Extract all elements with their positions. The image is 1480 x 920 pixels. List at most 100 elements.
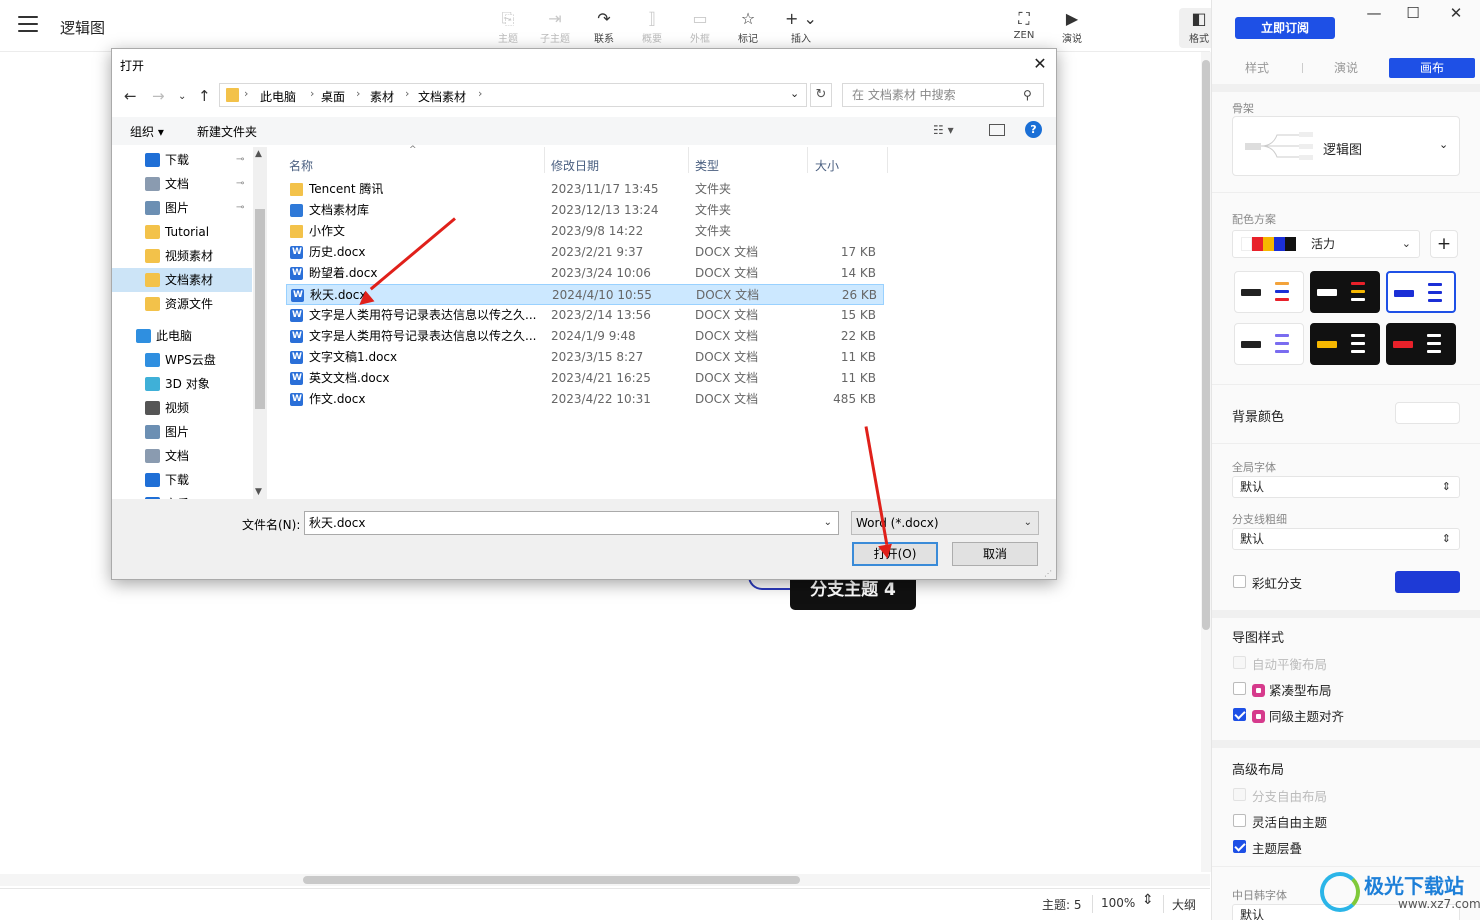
branch-width-select[interactable]: 默认 ⇕ xyxy=(1232,528,1460,550)
color-scheme-select[interactable]: 活力 ⌄ xyxy=(1232,230,1420,258)
file-row[interactable]: 文档素材库 2023/12/13 13:24 文件夹 xyxy=(286,200,884,221)
toolbar-button-fullscreen[interactable]: ⛶ ZEN xyxy=(1004,8,1044,41)
chevron-down-icon[interactable]: ⌄ xyxy=(824,512,832,534)
back-arrow-icon[interactable]: ← xyxy=(124,87,137,105)
breadcrumb-item[interactable]: 文档素材 xyxy=(418,88,466,105)
breadcrumb-item[interactable]: 此电脑 xyxy=(260,88,296,105)
toolbar-button-star[interactable]: ☆ 标记 xyxy=(728,8,768,45)
nav-item[interactable]: Tutorial xyxy=(112,220,252,244)
rainbow-color-picker[interactable] xyxy=(1395,571,1460,593)
word-document-icon xyxy=(290,389,303,410)
scroll-down-arrow-icon[interactable]: ▼ xyxy=(255,487,262,497)
nav-item[interactable]: WPS云盘 xyxy=(112,348,252,372)
file-row[interactable]: Tencent 腾讯 2023/11/17 13:45 文件夹 xyxy=(286,179,884,200)
nav-item[interactable]: 下载 xyxy=(112,468,252,492)
nav-item[interactable]: 音乐 xyxy=(112,492,252,499)
breadcrumb-item[interactable]: 素材 xyxy=(370,88,394,105)
maximize-icon[interactable]: ☐ xyxy=(1403,4,1423,22)
address-bar[interactable]: › 此电脑 › 桌面 › 素材 › 文档素材 › ⌄ xyxy=(219,83,807,107)
option-checkbox[interactable] xyxy=(1233,814,1246,827)
theme-thumbnail-selected[interactable] xyxy=(1386,271,1456,313)
theme-thumbnail[interactable] xyxy=(1310,323,1380,365)
file-row[interactable]: 小作文 2023/9/8 14:22 文件夹 xyxy=(286,221,884,242)
nav-item[interactable]: 视频 xyxy=(112,396,252,420)
refresh-icon[interactable]: ↻ xyxy=(810,83,832,107)
file-row[interactable]: 历史.docx2023/2/21 9:37DOCX 文档17 KB xyxy=(286,242,884,263)
option-checkbox[interactable] xyxy=(1233,840,1246,853)
organize-button[interactable]: 组织 ▾ xyxy=(130,123,164,140)
toolbar-button-present[interactable]: ▶ 演说 xyxy=(1052,8,1092,45)
canvas-horizontal-scroll-thumb[interactable] xyxy=(303,876,800,884)
file-row[interactable]: 作文.docx 2023/4/22 10:31 DOCX 文档 485 KB xyxy=(286,389,884,410)
file-row[interactable]: 文字是人类用符号记录表达信息以传之久... 2024/1/9 9:48 DOCX 文… xyxy=(286,326,884,347)
chevron-down-icon: ⌄ xyxy=(1439,138,1449,151)
toolbar-button-boundary[interactable]: ▭ 外框 xyxy=(680,8,720,45)
column-header-type[interactable]: 类型 xyxy=(695,157,719,174)
nav-item[interactable]: 资源文件 xyxy=(112,292,252,316)
open-button[interactable]: 打开(O) xyxy=(852,542,938,566)
nav-item[interactable]: 此电脑 xyxy=(112,324,252,348)
theme-thumbnail[interactable] xyxy=(1310,271,1380,313)
tab-canvas[interactable]: 画布 xyxy=(1389,58,1475,78)
toolbar-button-relation[interactable]: ↷ 联系 xyxy=(584,8,624,45)
theme-thumbnail[interactable] xyxy=(1386,323,1456,365)
filename-input[interactable]: 秋天.docx ⌄ xyxy=(304,511,839,535)
help-icon[interactable]: ? xyxy=(1025,121,1042,138)
preview-pane-icon[interactable] xyxy=(989,124,1005,136)
nav-item[interactable]: 文档 xyxy=(112,444,252,468)
skeleton-select[interactable]: 逻辑图 ⌄ xyxy=(1232,116,1460,176)
column-header-date[interactable]: 修改日期 xyxy=(551,157,599,174)
option-checkbox[interactable] xyxy=(1233,708,1246,721)
subscribe-button[interactable]: 立即订阅 xyxy=(1235,17,1335,39)
search-input[interactable]: 在 文档素材 中搜索 ⚲ xyxy=(842,83,1044,107)
dialog-close-icon[interactable]: ✕ xyxy=(1028,53,1052,75)
file-row[interactable]: 盼望着.docx 2023/3/24 10:06 DOCX 文档 14 KB xyxy=(286,263,884,284)
cancel-button[interactable]: 取消 xyxy=(952,542,1038,566)
file-row[interactable]: 英文文档.docx 2023/4/21 16:25 DOCX 文档 11 KB xyxy=(286,368,884,389)
navigation-scroll-thumb[interactable] xyxy=(255,209,265,409)
scroll-up-arrow-icon[interactable]: ▲ xyxy=(255,149,262,159)
address-dropdown-icon[interactable]: ⌄ xyxy=(790,87,799,100)
view-options-icon[interactable]: ☷ ▾ xyxy=(933,123,954,137)
theme-thumbnail[interactable] xyxy=(1234,323,1304,365)
nav-item[interactable]: 3D 对象 xyxy=(112,372,252,396)
tab-style[interactable]: 样式 xyxy=(1213,58,1301,78)
zoom-stepper-icon[interactable]: ⇕ xyxy=(1142,892,1154,908)
tab-presentation[interactable]: 演说 xyxy=(1303,58,1389,78)
rainbow-branch-checkbox[interactable] xyxy=(1233,575,1246,588)
toolbar-button-summary[interactable]: ⟧ 概要 xyxy=(632,8,672,45)
minimize-icon[interactable]: — xyxy=(1364,4,1384,22)
resize-grip-icon[interactable]: ⋰ xyxy=(1044,569,1052,578)
close-window-icon[interactable]: ✕ xyxy=(1446,4,1466,22)
recent-locations-chevron-icon[interactable]: ⌄ xyxy=(178,91,186,102)
global-font-select[interactable]: 默认 ⇕ xyxy=(1232,476,1460,498)
nav-item[interactable]: 视频素材 xyxy=(112,244,252,268)
file-row[interactable]: 文字文稿1.docx 2023/3/15 8:27 DOCX 文档 11 KB xyxy=(286,347,884,368)
forward-arrow-icon[interactable]: → xyxy=(152,87,165,105)
toolbar-button-subtopic[interactable]: ⇥ 子主题 xyxy=(535,8,575,45)
column-header-name[interactable]: 名称 xyxy=(289,157,313,174)
premium-lock-icon xyxy=(1252,684,1265,697)
nav-item[interactable]: 文档 ⊸ xyxy=(112,172,252,196)
nav-item[interactable]: 图片 xyxy=(112,420,252,444)
column-header-size[interactable]: 大小 xyxy=(815,157,839,174)
toolbar-button-topic[interactable]: ⎘ 主题 xyxy=(488,8,528,45)
new-folder-button[interactable]: 新建文件夹 xyxy=(197,123,257,140)
hamburger-menu-icon[interactable] xyxy=(18,16,38,34)
breadcrumb-item[interactable]: 桌面 xyxy=(321,88,345,105)
bg-color-picker[interactable] xyxy=(1395,402,1460,424)
zoom-level[interactable]: 100% xyxy=(1101,896,1135,910)
file-row[interactable]: 秋天.docx 2024/4/10 10:55 DOCX 文档 26 KB xyxy=(286,284,884,306)
outline-button[interactable]: 大纲 xyxy=(1172,896,1196,913)
nav-item[interactable]: 下载 ⊸ xyxy=(112,148,252,172)
nav-item[interactable]: 文档素材 xyxy=(112,268,252,292)
nav-item[interactable]: 图片 ⊸ xyxy=(112,196,252,220)
canvas-vertical-scroll-thumb[interactable] xyxy=(1202,60,1210,630)
theme-thumbnail[interactable] xyxy=(1234,271,1304,313)
add-color-scheme-button[interactable]: + xyxy=(1430,230,1458,258)
file-row[interactable]: 文字是人类用符号记录表达信息以传之久... 2023/2/14 13:56 DOCX… xyxy=(286,305,884,326)
color-swatch xyxy=(1263,237,1274,251)
toolbar-button-plus[interactable]: + ⌄ 插入 xyxy=(780,8,822,45)
up-arrow-icon[interactable]: ↑ xyxy=(198,87,211,105)
option-checkbox[interactable] xyxy=(1233,682,1246,695)
